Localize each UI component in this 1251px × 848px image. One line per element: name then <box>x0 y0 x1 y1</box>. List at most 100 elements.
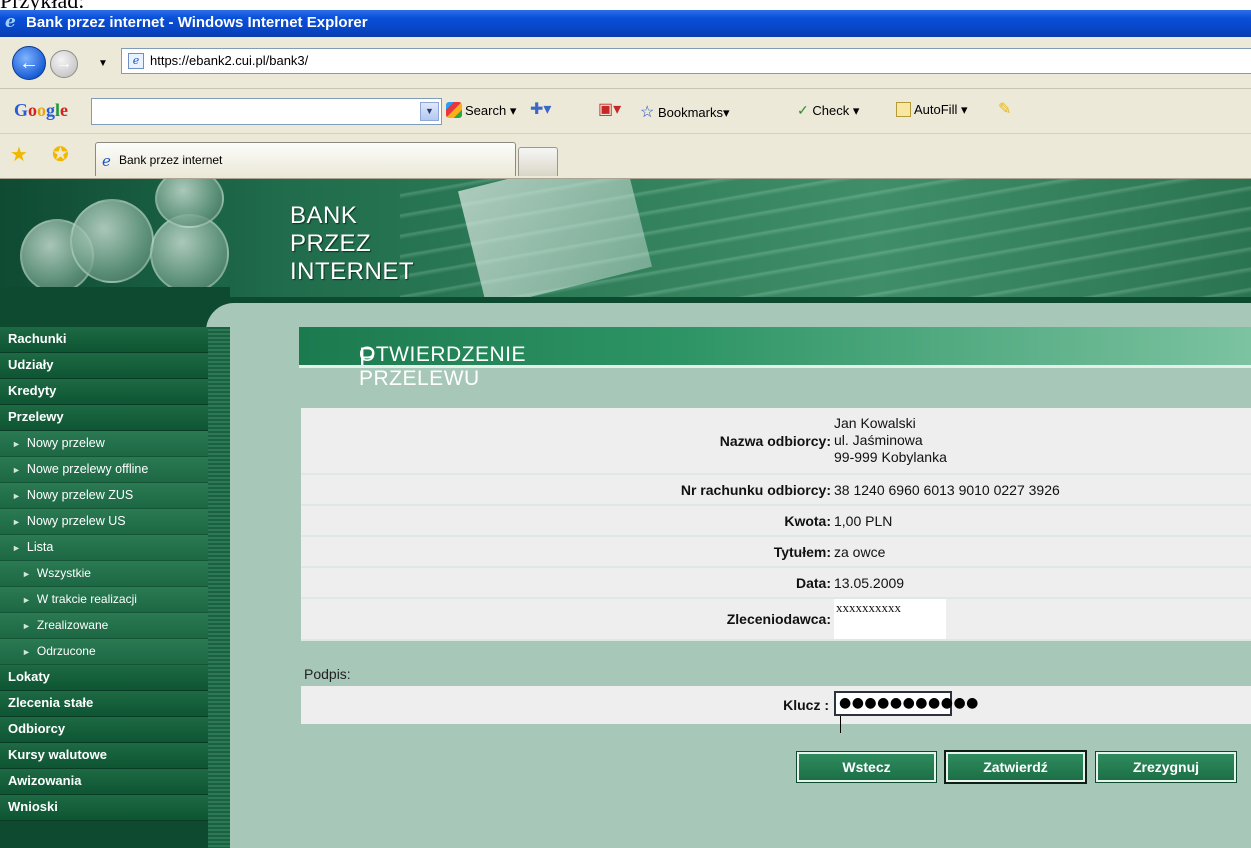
arrow-right-icon: ► <box>22 621 31 631</box>
sidebar-item-awizowania[interactable]: Awizowania <box>0 769 208 795</box>
url-text: https://ebank2.cui.pl/bank3/ <box>150 53 309 68</box>
highlighter-icon[interactable]: ✎ <box>998 99 1011 119</box>
search-button[interactable]: Search ▾ <box>446 102 516 119</box>
sidebar-item-nowe-przelewy-offline[interactable]: ► Nowe przelewy offline <box>0 457 208 483</box>
sidebar-item-przelewy[interactable]: Przelewy <box>0 405 208 431</box>
title-underline <box>299 365 1251 368</box>
sidebar-item-label: Nowy przelew ZUS <box>26 488 134 502</box>
page-title-bar: P OTWIERDZENIE PRZELEWU <box>299 327 1251 390</box>
amount-value: 1,00 PLN <box>834 505 1251 537</box>
tab-label: Bank przez internet <box>119 153 223 167</box>
url-input[interactable]: e https://ebank2.cui.pl/bank3/ <box>121 48 1251 74</box>
popup-blocker-icon[interactable]: ▣▾ <box>598 99 621 119</box>
table-row: Data: 13.05.2009 <box>301 567 1251 599</box>
sidebar-item-label: Rachunki <box>8 331 67 346</box>
sidebar-item-label: Awizowania <box>8 773 82 788</box>
orderer-value: xxxxxxxxxx <box>834 599 946 639</box>
recipient-value: Jan Kowalski ul. Jaśminowa 99-999 Kobyla… <box>834 408 1251 475</box>
table-row: Nr rachunku odbiorcy: 38 1240 6960 6013 … <box>301 474 1251 506</box>
sidebar-item-lokaty[interactable]: Lokaty <box>0 665 208 691</box>
star-icon: ☆ <box>640 104 655 121</box>
amount-label: Kwota: <box>301 505 834 537</box>
cancel-button[interactable]: Zrezygnuj <box>1095 751 1237 783</box>
sidebar-item-label: Zlecenia stałe <box>8 695 94 710</box>
back-button[interactable]: ← <box>12 46 46 80</box>
recipient-label: Nazwa odbiorcy: <box>301 408 834 475</box>
sidebar-item-udzialy[interactable]: Udziały <box>0 353 208 379</box>
window-title: Bank przez internet - Windows Internet E… <box>26 14 368 31</box>
arrow-right-icon: ► <box>12 543 21 553</box>
check-label: Check <box>812 103 850 118</box>
check-button[interactable]: ✓ Check ▾ <box>797 102 859 119</box>
google-logo: Google <box>14 100 69 120</box>
autofill-icon <box>896 102 911 117</box>
date-label: Data: <box>301 567 834 599</box>
autofill-button[interactable]: AutoFill ▾ <box>896 102 968 118</box>
bank-name-line1: BANK <box>290 202 358 229</box>
sidebar-item-kredyty[interactable]: Kredyty <box>0 379 208 405</box>
sidebar-item-kursy-walutowe[interactable]: Kursy walutowe <box>0 743 208 769</box>
sidebar-item-odrzucone[interactable]: ► Odrzucone <box>0 639 208 665</box>
favorites-star-icon[interactable]: ★ <box>10 142 28 167</box>
sidebar-item-label: Lista <box>26 540 54 554</box>
bank-name: BANK PRZEZ INTERNET <box>290 202 414 286</box>
page-content: BANK PRZEZ INTERNET Rachunki Udziały Kre… <box>0 179 1251 848</box>
forward-button[interactable]: → <box>50 50 78 78</box>
ie-page-icon: e <box>102 152 111 170</box>
sidebar-item-label: Kursy walutowe <box>8 747 107 762</box>
arrow-left-icon: ← <box>19 52 39 74</box>
transfer-details-table: Nazwa odbiorcy: Jan Kowalski ul. Jaśmino… <box>301 408 1251 641</box>
banner-lines-graphic <box>400 179 1251 312</box>
google-toolbar: Google ▼ Search ▾ ✚▾ ▣▾ ☆ Bookmarks▾ ✓ C… <box>0 89 1251 134</box>
sidebar-item-zlecenia-stale[interactable]: Zlecenia stałe <box>0 691 208 717</box>
plus-icon[interactable]: ✚▾ <box>530 99 551 119</box>
sidebar-item-wnioski[interactable]: Wnioski <box>0 795 208 821</box>
add-favorite-icon[interactable]: ✪ <box>52 142 69 167</box>
table-row: Zleceniodawca: xxxxxxxxxx <box>301 598 1251 641</box>
confirm-button[interactable]: Zatwierdź <box>944 750 1087 784</box>
tab-bar: ★ ✪ e Bank przez internet <box>0 134 1251 179</box>
sidebar-item-label: W trakcie realizacji <box>36 592 137 606</box>
chevron-down-icon[interactable]: ▼ <box>420 102 439 121</box>
sidebar-item-zrealizowane[interactable]: ► Zrealizowane <box>0 613 208 639</box>
sidebar-item-label: Udziały <box>8 357 54 372</box>
sidebar-item-lista[interactable]: ► Lista <box>0 535 208 561</box>
new-tab-button[interactable] <box>518 147 558 176</box>
arrow-right-icon: ► <box>12 465 21 475</box>
history-dropdown-icon[interactable]: ▼ <box>98 58 108 69</box>
back-form-button[interactable]: Wstecz <box>796 751 937 783</box>
sidebar-item-label: Zrealizowane <box>36 618 109 632</box>
signature-label: Podpis: <box>304 666 351 682</box>
key-password-value: ●●●●●●●●●●● <box>839 695 979 711</box>
sidebar-strip <box>208 327 230 848</box>
arrow-right-icon: ► <box>12 517 21 527</box>
table-row: Nazwa odbiorcy: Jan Kowalski ul. Jaśmino… <box>301 408 1251 475</box>
window-title-bar: e Bank przez internet - Windows Internet… <box>0 10 1251 37</box>
sidebar-item-label: Kredyty <box>8 383 57 398</box>
table-row: Tytułem: za owce <box>301 536 1251 568</box>
sidebar-item-wszystkie[interactable]: ► Wszystkie <box>0 561 208 587</box>
title-value: za owce <box>834 536 1251 568</box>
tab-bank[interactable]: e Bank przez internet <box>95 142 516 176</box>
bookmarks-button[interactable]: ☆ Bookmarks▾ <box>640 102 730 122</box>
sidebar-item-odbiorcy[interactable]: Odbiorcy <box>0 717 208 743</box>
google-search-input[interactable]: ▼ <box>91 98 442 125</box>
recipient-city: 99-999 Kobylanka <box>834 449 947 465</box>
orderer-label: Zleceniodawca: <box>301 598 834 641</box>
address-bar: ← → ▼ e https://ebank2.cui.pl/bank3/ <box>0 37 1251 89</box>
recipient-name: Jan Kowalski <box>834 415 916 431</box>
bank-name-line3: INTERNET <box>290 258 414 285</box>
arrow-right-icon: ► <box>22 647 31 657</box>
sidebar-item-nowy-przelew-us[interactable]: ► Nowy przelew US <box>0 509 208 535</box>
key-password-input[interactable]: ●●●●●●●●●●● <box>834 691 978 733</box>
spellcheck-icon: ✓ <box>797 102 809 118</box>
sidebar-item-nowy-przelew-zus[interactable]: ► Nowy przelew ZUS <box>0 483 208 509</box>
account-label: Nr rachunku odbiorcy: <box>301 474 834 506</box>
sidebar-item-rachunki[interactable]: Rachunki <box>0 327 208 353</box>
page-icon: e <box>128 53 144 69</box>
bookmarks-label: Bookmarks <box>657 105 723 120</box>
sidebar-item-nowy-przelew[interactable]: ► Nowy przelew <box>0 431 208 457</box>
recipient-street: ul. Jaśminowa <box>834 432 923 448</box>
arrow-right-icon: → <box>56 55 72 72</box>
sidebar-item-w-trakcie-realizacji[interactable]: ► W trakcie realizacji <box>0 587 208 613</box>
